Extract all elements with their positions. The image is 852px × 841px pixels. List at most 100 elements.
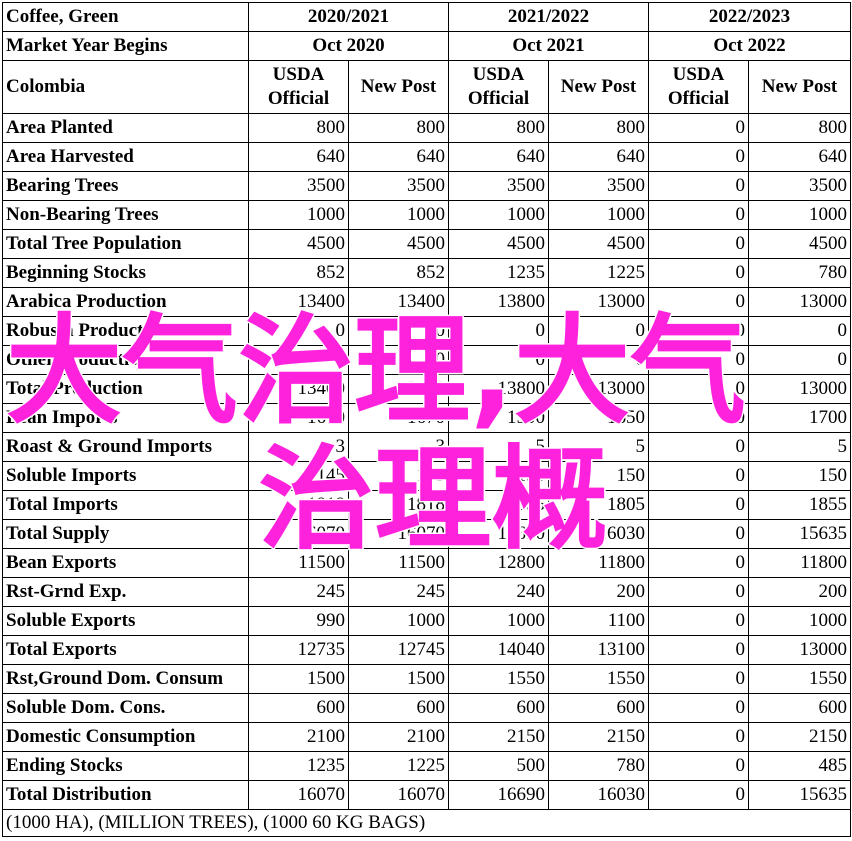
cell: 600 — [248, 693, 349, 723]
cell: 0 — [248, 316, 349, 346]
cell: 1000 — [348, 606, 449, 636]
cell: 1000 — [748, 200, 851, 230]
cell: 852 — [348, 258, 449, 288]
row-label: Beginning Stocks — [2, 258, 249, 288]
row-label: Soluble Exports — [2, 606, 249, 636]
cell: 1855 — [748, 490, 851, 520]
cell: 1000 — [448, 200, 549, 230]
cell: 0 — [648, 432, 749, 462]
table-row: Rst,Ground Dom. Consum 1500 1500 1550 1550 0 1… — [2, 664, 851, 694]
cell: 1235 — [248, 751, 349, 781]
cell: 16070 — [348, 780, 449, 810]
table-row: Robusta Production 0 0 0 0 0 0 — [2, 316, 851, 346]
cell: 150 — [548, 461, 649, 491]
cell: 16070 — [348, 519, 449, 549]
cell: 1500 — [248, 664, 349, 694]
cell: 0 — [448, 345, 549, 375]
cell: 240 — [448, 577, 549, 607]
cell: 600 — [348, 693, 449, 723]
cell: 1700 — [748, 403, 851, 433]
cell: 640 — [448, 142, 549, 172]
footnote-row: (1000 HA), (MILLION TREES), (1000 60 KG … — [2, 809, 851, 837]
cell: 4500 — [548, 229, 649, 259]
cell: 1805 — [548, 490, 649, 520]
cell: 1000 — [348, 200, 449, 230]
col-usda-official-3: USDA Official — [648, 60, 749, 114]
row-label: Non-Bearing Trees — [2, 200, 249, 230]
cell: 640 — [548, 142, 649, 172]
cell: 0 — [648, 403, 749, 433]
cell: 0 — [648, 577, 749, 607]
cell: 2150 — [748, 722, 851, 752]
row-label: Total Exports — [2, 635, 249, 665]
cell: 245 — [348, 577, 449, 607]
cell: 852 — [248, 258, 349, 288]
table-row: Total Distribution 16070 16070 16690 16030 0 1… — [2, 780, 851, 810]
cell: 800 — [548, 113, 649, 143]
cell: 1550 — [548, 664, 649, 694]
table-row: Bean Imports 1670 1670 1500 1650 0 1700 — [2, 403, 851, 433]
cell: 4500 — [348, 229, 449, 259]
cell: 600 — [548, 693, 649, 723]
cell: 1000 — [248, 200, 349, 230]
table-row: Roast & Ground Imports 3 3 5 5 0 5 — [2, 432, 851, 462]
row-label: Total Imports — [2, 490, 249, 520]
cell: 2150 — [548, 722, 649, 752]
cell: 13800 — [448, 287, 549, 317]
row-label: Total Production — [2, 374, 249, 404]
cell: 990 — [248, 606, 349, 636]
cell: 0 — [648, 229, 749, 259]
col-new-post-3: New Post — [748, 60, 851, 114]
cell: 1000 — [448, 606, 549, 636]
cell: 12800 — [448, 548, 549, 578]
cell: 11800 — [748, 548, 851, 578]
cell: 0 — [748, 316, 851, 346]
begins-header-2: Oct 2021 — [448, 31, 649, 61]
cell: 0 — [648, 171, 749, 201]
cell: 1225 — [348, 751, 449, 781]
cell: 15635 — [748, 519, 851, 549]
table-row: Domestic Consumption 2100 2100 2150 2150 0 215… — [2, 722, 851, 752]
cell: 16030 — [548, 519, 649, 549]
table-row: Area Planted 800 800 800 800 0 800 — [2, 113, 851, 143]
cell: 13000 — [548, 374, 649, 404]
cell: 0 — [648, 693, 749, 723]
cell: 3500 — [248, 171, 349, 201]
cell: 16030 — [548, 780, 649, 810]
cell: 5 — [548, 432, 649, 462]
row-label: Other Production — [2, 345, 249, 375]
cell: 3 — [348, 432, 449, 462]
cell: 3500 — [448, 171, 549, 201]
table-row: Soluble Imports 145 145 150 150 0 150 — [2, 461, 851, 491]
cell: 11500 — [248, 548, 349, 578]
cell: 800 — [248, 113, 349, 143]
cell: 0 — [648, 200, 749, 230]
cell: 600 — [748, 693, 851, 723]
cell: 485 — [748, 751, 851, 781]
header-row-begins: Market Year Begins Oct 2020 Oct 2021 Oct… — [2, 31, 851, 61]
cell: 0 — [648, 664, 749, 694]
begins-header-3: Oct 2022 — [648, 31, 851, 61]
col-usda-official-2: USDA Official — [448, 60, 549, 114]
cell: 16070 — [248, 780, 349, 810]
cell: 1000 — [748, 606, 851, 636]
cell: 3500 — [348, 171, 449, 201]
row-label: Total Distribution — [2, 780, 249, 810]
cell: 0 — [648, 635, 749, 665]
row-label: Total Supply — [2, 519, 249, 549]
cell: 0 — [648, 287, 749, 317]
cell: 13800 — [448, 374, 549, 404]
cell: 0 — [648, 113, 749, 143]
cell: 16070 — [248, 519, 349, 549]
cell: 500 — [448, 751, 549, 781]
cell: 0 — [548, 345, 649, 375]
cell: 11500 — [348, 548, 449, 578]
cell: 0 — [648, 722, 749, 752]
cell: 150 — [748, 461, 851, 491]
cell: 0 — [648, 548, 749, 578]
cell: 4500 — [448, 229, 549, 259]
commodity-label: Coffee, Green — [2, 2, 249, 32]
cell: 14040 — [448, 635, 549, 665]
cell: 2100 — [248, 722, 349, 752]
year-header-2: 2021/2022 — [448, 2, 649, 32]
